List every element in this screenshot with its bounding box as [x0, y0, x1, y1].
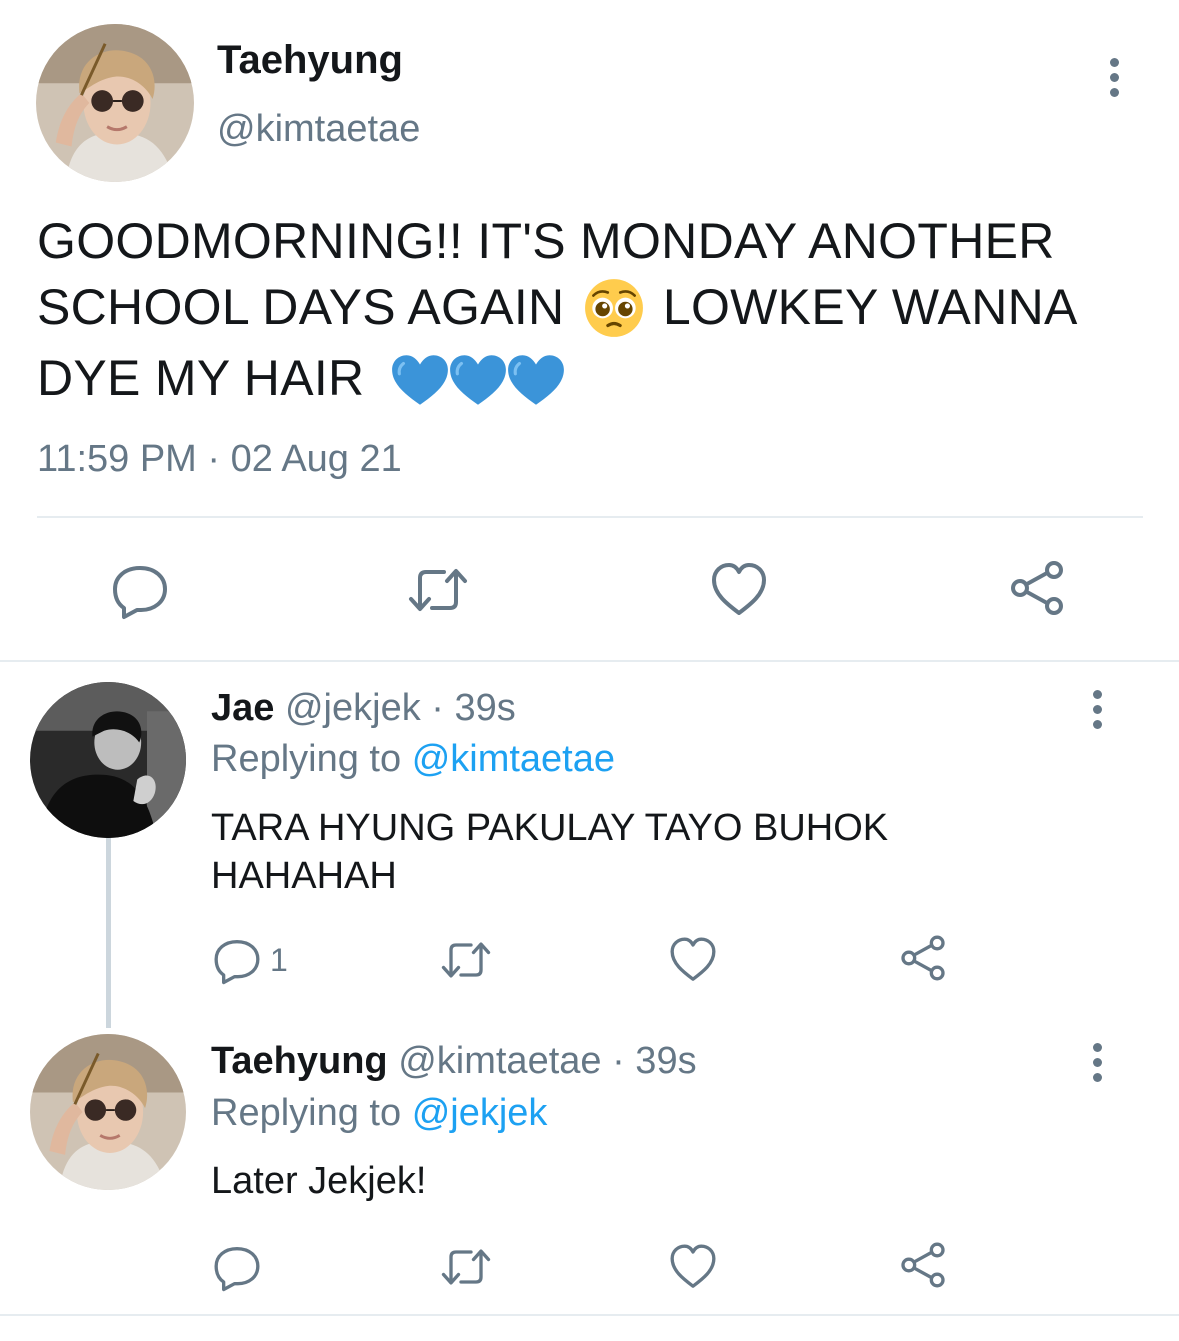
- avatar-photo-icon: [36, 24, 194, 182]
- reply-time[interactable]: · 39s: [431, 687, 515, 729]
- reply-text-line: HAHAHAH: [211, 855, 397, 897]
- blue-heart-icon: [505, 353, 567, 407]
- reply-count: 1: [270, 941, 288, 978]
- tweet-text: GOODMORNING!! IT'S MONDAY ANOTHER SCHOOL…: [37, 208, 1147, 411]
- retweet-button[interactable]: [406, 560, 470, 620]
- replying-to: Replying to @kimtaetae: [211, 738, 615, 781]
- like-button[interactable]: [668, 935, 718, 985]
- reply-button[interactable]: [110, 560, 170, 620]
- reply-author-name[interactable]: Taehyung: [211, 1040, 388, 1082]
- blue-heart-icon: [447, 353, 509, 407]
- reply-header: Jae @jekjek · 39s: [211, 687, 516, 730]
- tweet-text-segment: LOWKEY WANNA: [662, 279, 1078, 335]
- reply-button[interactable]: [212, 1242, 262, 1292]
- reply-author-handle[interactable]: @kimtaetae: [398, 1040, 601, 1082]
- reply-author-name[interactable]: Jae: [211, 687, 274, 729]
- author-handle[interactable]: @kimtaetae: [217, 108, 420, 151]
- retweet-button[interactable]: [439, 1242, 493, 1292]
- reply-author-handle[interactable]: @jekjek: [285, 687, 421, 729]
- reply-icon: [110, 560, 170, 620]
- tweet-timestamp[interactable]: 11:59 PM · 02 Aug 21: [37, 438, 402, 481]
- reply-icon: [212, 935, 262, 985]
- reply-time[interactable]: · 39s: [612, 1040, 696, 1082]
- replying-to: Replying to @jekjek: [211, 1092, 547, 1135]
- reply-text: TARA HYUNG PAKULAY TAYO BUHOK HAHAHAH: [211, 804, 1111, 900]
- heart-icon: [709, 560, 769, 620]
- tweet-text-line: DYE MY HAIR: [37, 345, 1147, 411]
- retweet-icon: [406, 560, 470, 620]
- replying-prefix: Replying to: [211, 738, 402, 780]
- more-options-icon[interactable]: [1090, 1043, 1104, 1082]
- divider: [0, 660, 1179, 662]
- replying-to-link[interactable]: @kimtaetae: [412, 738, 615, 780]
- more-options-icon[interactable]: [1090, 690, 1104, 729]
- replying-prefix: Replying to: [211, 1092, 402, 1134]
- tweet-text-line: GOODMORNING!! IT'S MONDAY ANOTHER: [37, 213, 1055, 269]
- share-button[interactable]: [898, 933, 948, 983]
- author-name[interactable]: Taehyung: [217, 38, 403, 83]
- thread-connector: [106, 838, 111, 1028]
- like-button[interactable]: [709, 560, 769, 620]
- share-icon: [898, 1240, 948, 1290]
- reply-button[interactable]: 1: [212, 935, 288, 985]
- retweet-button[interactable]: [439, 935, 493, 985]
- avatar-photo-icon: [30, 1034, 186, 1190]
- share-icon: [1007, 558, 1067, 618]
- reply-avatar[interactable]: [30, 682, 186, 838]
- reply-header: Taehyung @kimtaetae · 39s: [211, 1040, 697, 1083]
- tweet-text-segment: SCHOOL DAYS AGAIN: [37, 279, 565, 335]
- retweet-icon: [439, 1242, 493, 1292]
- replying-to-link[interactable]: @jekjek: [412, 1092, 548, 1134]
- retweet-icon: [439, 935, 493, 985]
- reply-text-line: Later Jekjek!: [211, 1160, 427, 1202]
- blue-heart-icon: [389, 353, 451, 407]
- reply-icon: [212, 1242, 262, 1292]
- tweet-text-segment: DYE MY HAIR: [37, 349, 365, 406]
- share-icon: [898, 933, 948, 983]
- reply-avatar[interactable]: [30, 1034, 186, 1190]
- more-options-icon[interactable]: [1107, 58, 1121, 97]
- reply-text: Later Jekjek!: [211, 1157, 1111, 1205]
- divider: [37, 516, 1143, 518]
- divider: [0, 1314, 1179, 1316]
- author-avatar[interactable]: [36, 24, 194, 182]
- heart-icon: [668, 935, 718, 985]
- pleading-face-icon: [583, 277, 645, 339]
- share-button[interactable]: [1007, 558, 1067, 618]
- tweet-text-line: SCHOOL DAYS AGAIN LOWKEY WANNA: [37, 274, 1147, 345]
- share-button[interactable]: [898, 1240, 948, 1290]
- avatar-photo-icon: [30, 682, 186, 838]
- like-button[interactable]: [668, 1242, 718, 1292]
- heart-icon: [668, 1242, 718, 1292]
- reply-text-line: TARA HYUNG PAKULAY TAYO BUHOK: [211, 807, 889, 849]
